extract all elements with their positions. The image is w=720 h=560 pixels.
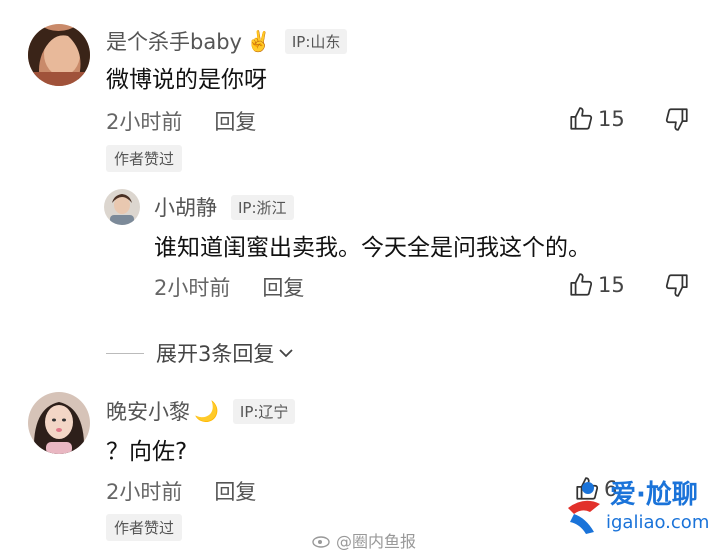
crescent-moon-icon: 🌙 [194, 399, 219, 423]
timestamp: 2小时前 [106, 480, 183, 504]
reply-button[interactable]: 回复 [214, 106, 256, 136]
chevron-down-icon [279, 349, 294, 358]
watermark: @圈内鱼报 [312, 528, 416, 552]
like-button[interactable]: 15 [568, 272, 625, 298]
avatar[interactable] [28, 392, 90, 454]
logo-text-cn: 爱·尬聊 [610, 480, 698, 510]
watermark-text: @圈内鱼报 [336, 532, 417, 551]
reply-button[interactable]: 回复 [262, 272, 304, 302]
thumbs-down-icon [665, 108, 688, 131]
logo-mark-icon [568, 482, 600, 534]
ip-badge: IP:浙江 [231, 194, 294, 220]
reply-button[interactable]: 回复 [214, 476, 256, 506]
ip-badge: IP:山东 [284, 28, 348, 54]
username[interactable]: 是个杀手baby [106, 26, 242, 56]
comment-text: ？向佐? [106, 439, 188, 465]
thumbs-up-icon [570, 107, 593, 130]
thumbs-down-icon [665, 274, 688, 297]
username[interactable]: 晚安小黎 [106, 396, 190, 426]
logo-text-en: igaliao.com [606, 512, 710, 533]
divider [106, 352, 144, 354]
like-count: 15 [598, 273, 625, 297]
username[interactable]: 小胡静 [154, 192, 217, 222]
comment-text: 微博说的是你呀 [106, 67, 267, 93]
timestamp: 2小时前 [154, 276, 231, 300]
site-logo: 爱·尬聊 igaliao.com [560, 470, 720, 550]
thumbs-up-icon [570, 273, 593, 296]
like-count: 15 [598, 107, 625, 131]
author-liked-badge: 作者赞过 [106, 514, 183, 541]
weibo-icon [312, 536, 330, 548]
expand-replies-button[interactable]: 展开3条回复 [106, 338, 296, 368]
timestamp: 2小时前 [106, 110, 183, 134]
author-liked-badge: 作者赞过 [106, 145, 183, 172]
like-button[interactable]: 15 [568, 106, 625, 132]
avatar[interactable] [28, 24, 90, 86]
dislike-button[interactable] [664, 272, 690, 302]
expand-replies-label: 展开3条回复 [156, 342, 275, 366]
comment-text: 谁知道闺蜜出卖我。今天全是问我这个的。 [154, 235, 591, 261]
avatar[interactable] [104, 189, 140, 225]
victory-hand-icon: ✌️ [245, 29, 271, 53]
ip-badge: IP:辽宁 [232, 398, 296, 424]
dislike-button[interactable] [664, 106, 690, 136]
